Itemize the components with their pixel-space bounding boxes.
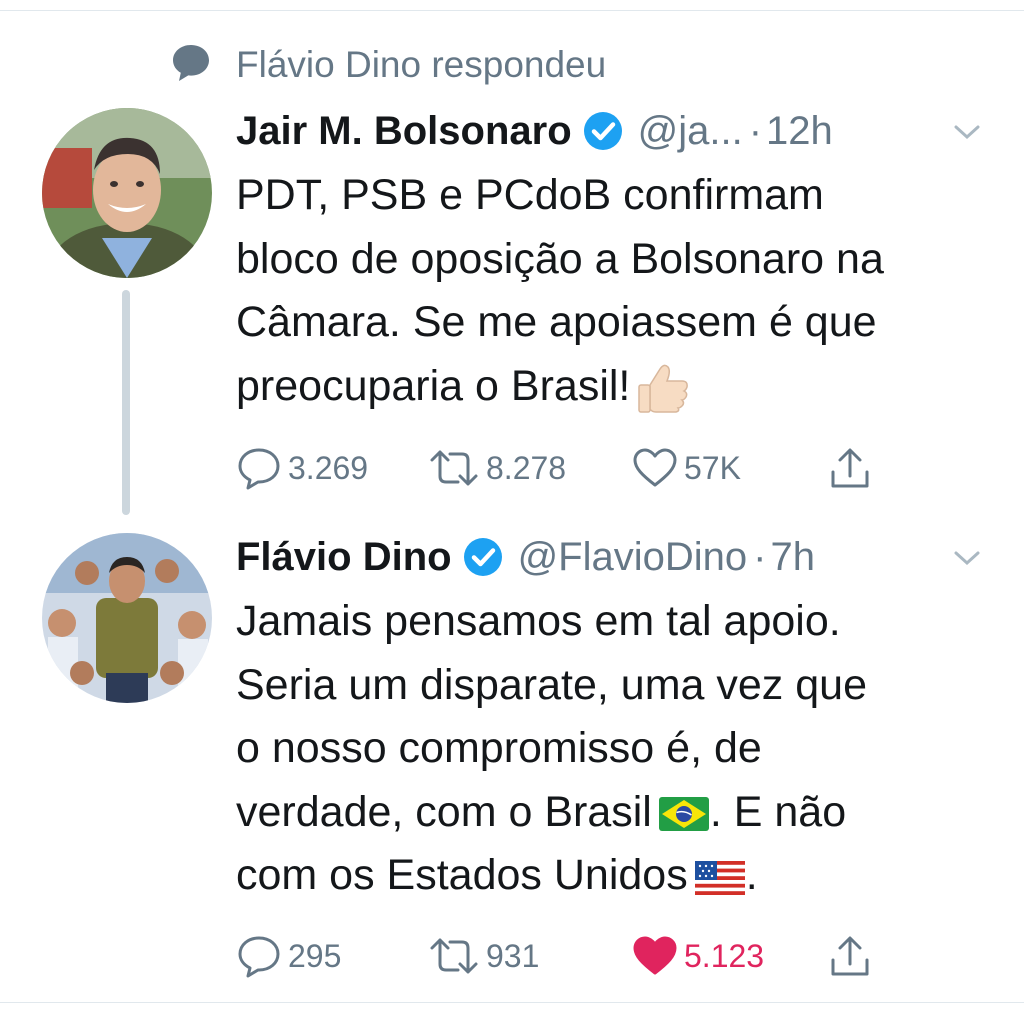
display-name[interactable]: Flávio Dino <box>236 535 452 580</box>
tweet-text-line: Câmara. Se me apoiassem é que <box>236 298 877 346</box>
reply-context[interactable]: Flávio Dino respondeu <box>170 40 606 90</box>
verified-badge-icon <box>462 536 504 578</box>
reply-context-label: Flávio Dino respondeu <box>236 44 607 85</box>
thread-connector <box>122 290 130 515</box>
timestamp[interactable]: 7h <box>770 535 815 580</box>
tweet-text-line: preocuparia o Brasil! <box>236 361 631 410</box>
tweet-text-line: o nosso compromisso é, de <box>236 724 762 772</box>
timestamp[interactable]: 12h <box>766 109 833 154</box>
like-count: 57K <box>684 449 741 486</box>
like-count: 5.123 <box>684 937 765 974</box>
tweet-text-line: Seria um disparate, uma vez que <box>236 660 867 709</box>
tweet-text-line: . <box>745 851 758 899</box>
tweet-header: Flávio Dino @FlavioDino · 7h <box>236 530 815 584</box>
share-button[interactable] <box>828 931 872 981</box>
avatar[interactable] <box>42 108 212 278</box>
usa-flag-icon <box>694 860 746 896</box>
tweet-text: Jamais pensamos em tal apoio. Seria um d… <box>236 590 996 908</box>
like-button[interactable]: 5.123 <box>632 931 764 981</box>
thumbs-up-icon <box>636 363 692 413</box>
reply-count: 3.269 <box>288 449 369 486</box>
reply-button[interactable]: 3.269 <box>236 443 368 493</box>
tweet-text-line: verdade, com o Brasil <box>236 787 652 836</box>
tweet-header: Jair M. Bolsonaro @ja... · 12h <box>236 104 833 158</box>
chevron-down-icon[interactable] <box>952 122 982 142</box>
separator-dot: · <box>748 108 763 153</box>
reply-count: 295 <box>288 937 342 974</box>
user-handle[interactable]: @FlavioDino <box>518 535 748 580</box>
top-divider <box>0 10 1024 11</box>
like-button[interactable]: 57K <box>632 443 741 493</box>
speech-bubble-icon <box>170 42 212 89</box>
user-handle[interactable]: @ja... <box>638 109 743 154</box>
share-button[interactable] <box>828 443 872 493</box>
tweet-text-line: bloco de oposição a Bolsonaro na <box>236 234 884 283</box>
display-name[interactable]: Jair M. Bolsonaro <box>236 109 572 154</box>
brazil-flag-icon <box>658 796 710 832</box>
tweet-text-line: Jamais pensamos em tal apoio. <box>236 597 841 645</box>
tweet-text-line: PDT, PSB e PCdoB confirmam <box>236 171 824 219</box>
tweet-actions: 295 931 5.123 <box>236 931 896 981</box>
retweet-count: 931 <box>486 937 540 974</box>
retweet-button[interactable]: 8.278 <box>428 443 566 493</box>
bottom-divider <box>0 1002 1024 1003</box>
tweet-text-line: . E não <box>709 787 847 836</box>
separator-dot: · <box>753 534 767 579</box>
tweet-text-line: com os Estados Unidos <box>236 851 688 899</box>
retweet-button[interactable]: 931 <box>428 931 539 981</box>
reply-button[interactable]: 295 <box>236 931 341 981</box>
avatar[interactable] <box>42 533 212 703</box>
chevron-down-icon[interactable] <box>952 548 982 568</box>
tweet-text: PDT, PSB e PCdoB confirmam bloco de opos… <box>236 164 996 418</box>
retweet-count: 8.278 <box>486 449 567 486</box>
tweet-actions: 3.269 8.278 57K <box>236 443 896 493</box>
verified-badge-icon <box>582 110 624 152</box>
